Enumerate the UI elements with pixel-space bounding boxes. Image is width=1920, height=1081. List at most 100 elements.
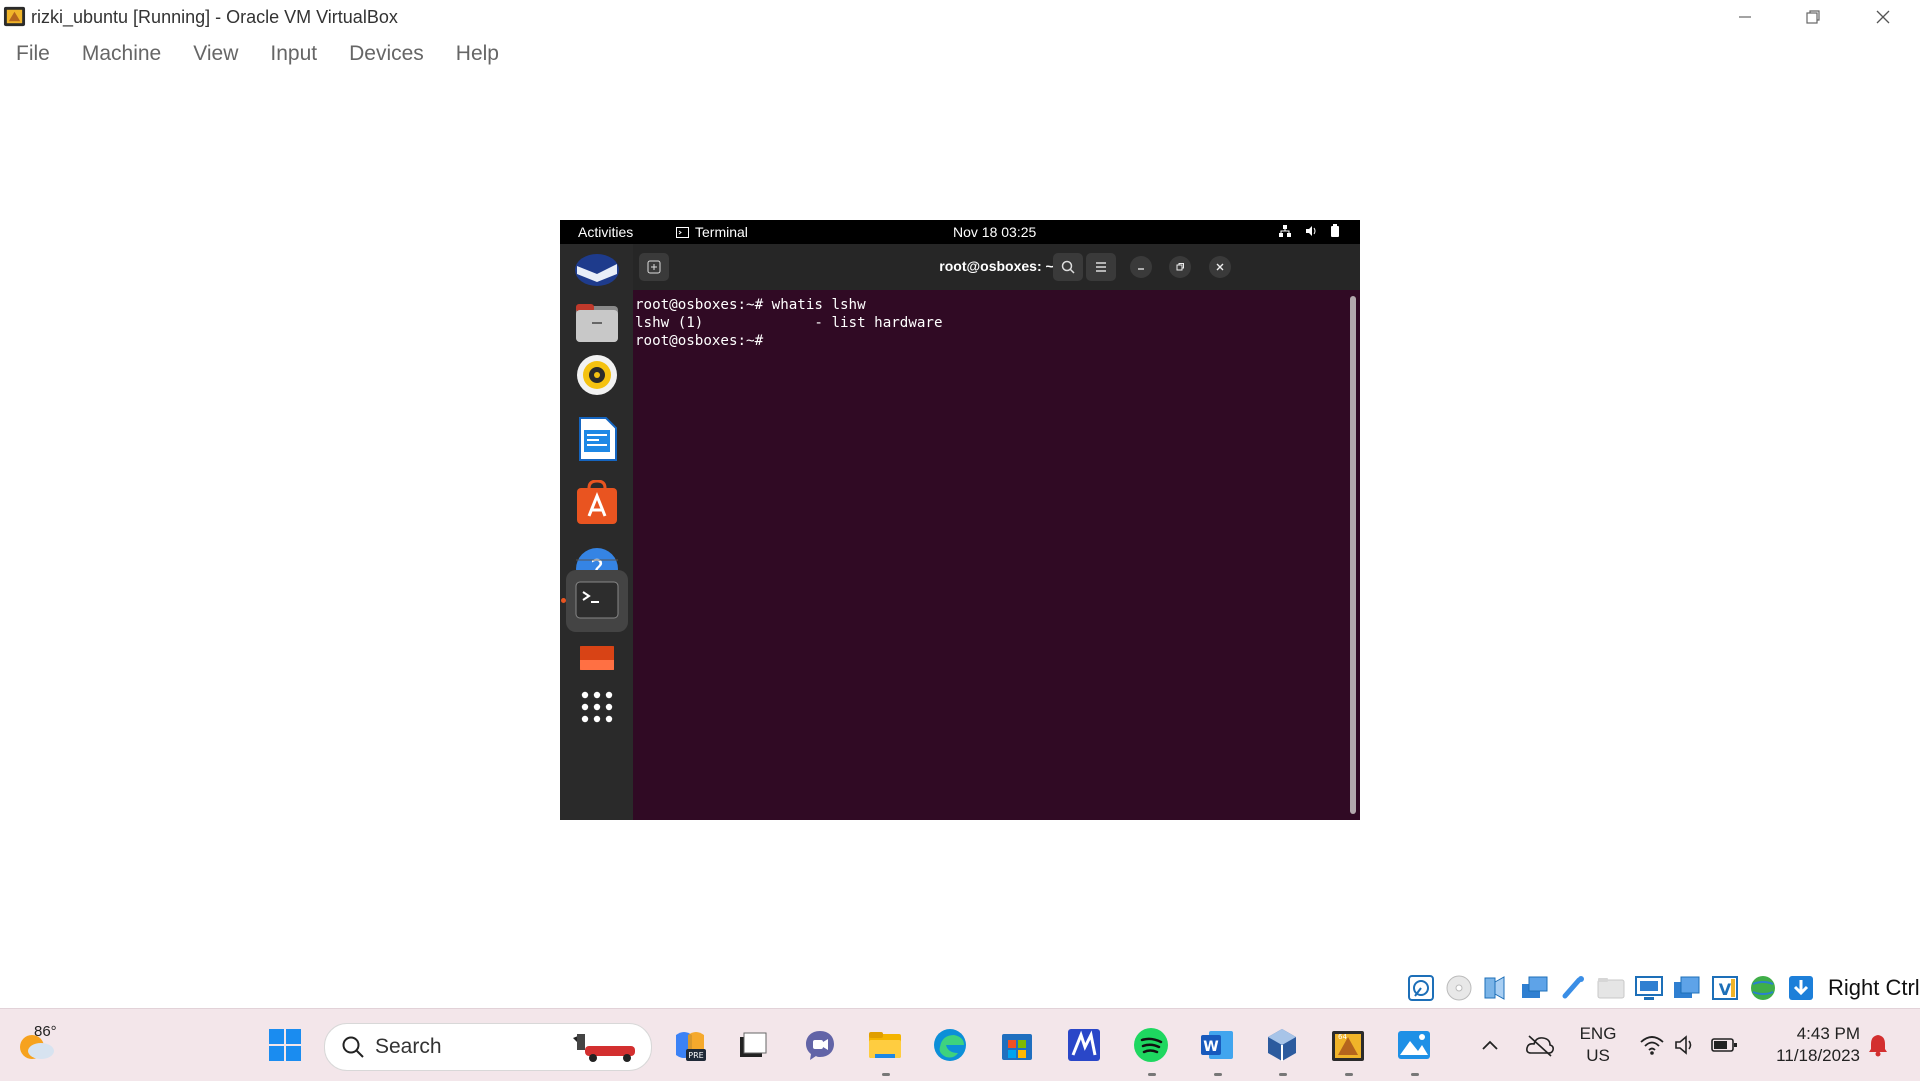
menu-view[interactable]: View	[177, 36, 254, 72]
running-indicator	[882, 1073, 890, 1076]
edge-browser-icon	[934, 1029, 966, 1061]
chat-bubble-icon	[806, 1031, 834, 1060]
clock-time: 4:43 PM	[1796, 1024, 1860, 1043]
terminal-scrollbar[interactable]	[1350, 296, 1356, 814]
svg-text:PRE: PRE	[688, 1051, 703, 1060]
video-capture-status[interactable]	[1670, 971, 1704, 1005]
guest-additions-status[interactable]	[1746, 971, 1780, 1005]
menu-devices[interactable]: Devices	[333, 36, 440, 72]
show-hidden-icons-button[interactable]	[1470, 1025, 1510, 1065]
battery-status[interactable]	[1704, 1025, 1744, 1065]
terminal-close-button[interactable]	[1209, 256, 1231, 278]
taskbar-search-box[interactable]: Search	[324, 1023, 652, 1071]
dock-terminal-active[interactable]	[566, 570, 628, 632]
menu-machine[interactable]: Machine	[66, 36, 177, 72]
running-indicator	[1148, 1073, 1156, 1076]
optical-drive-status[interactable]	[1442, 971, 1476, 1005]
dock-files[interactable]	[574, 300, 620, 346]
onedrive-status[interactable]	[1520, 1025, 1560, 1065]
rhythmbox-icon	[577, 355, 617, 395]
spotify-icon	[1134, 1028, 1168, 1062]
taskbar-ms-app[interactable]	[1064, 1025, 1104, 1065]
display-status[interactable]	[1632, 971, 1666, 1005]
activities-button[interactable]: Activities	[578, 224, 633, 240]
menu-input[interactable]: Input	[254, 36, 333, 72]
close-icon	[1216, 263, 1224, 271]
menu-file[interactable]: File	[0, 36, 66, 72]
minimize-button[interactable]	[1710, 0, 1780, 34]
virtualbox-vm-icon: 64	[1332, 1031, 1364, 1061]
dock-libreoffice-writer[interactable]	[574, 416, 620, 462]
network-adapter-icon	[1522, 976, 1548, 998]
vt-x-status[interactable]: V	[1708, 971, 1742, 1005]
terminal-icon	[575, 581, 619, 619]
taskbar-microsoft-store[interactable]	[997, 1025, 1037, 1065]
taskbar-edge[interactable]	[930, 1025, 970, 1065]
taskbar-copilot[interactable]: PRE	[670, 1025, 710, 1065]
search-icon	[1061, 260, 1075, 274]
taskbar-vm-window[interactable]: 64	[1328, 1025, 1368, 1065]
app-store-bag-icon	[577, 479, 617, 524]
stacked-windows-icon	[1674, 976, 1700, 998]
terminal-headerbar: root@osboxes: ~	[633, 244, 1360, 290]
windows-taskbar: 86° Search PRE W 64 ENG US 4:43 PM 11/18…	[0, 1008, 1920, 1081]
dock-software-center[interactable]	[574, 479, 620, 526]
gnome-clock[interactable]: Nov 18 03:25	[953, 224, 1036, 240]
terminal-line: root@osboxes:~# whatis lshw	[635, 297, 866, 313]
store-bag-icon	[1002, 1034, 1032, 1060]
terminal-search-button[interactable]	[1053, 253, 1083, 281]
vm-display[interactable]: Activities Terminal Nov 18 03:25 ?	[560, 220, 1360, 820]
running-indicator	[1214, 1073, 1222, 1076]
folder-icon	[869, 1032, 901, 1058]
battery-icon	[1331, 224, 1339, 237]
gnome-system-tray[interactable]	[1278, 224, 1340, 238]
taskbar-spotify[interactable]	[1131, 1025, 1171, 1065]
dock-rhythmbox[interactable]	[574, 352, 620, 398]
photos-icon	[1398, 1031, 1430, 1059]
region-code: US	[1586, 1046, 1610, 1065]
minimize-icon	[1739, 16, 1751, 18]
terminal-menu-button[interactable]	[1086, 253, 1116, 281]
vbox-status-bar: V Right Ctrl	[1404, 970, 1920, 1006]
battery-charging-icon	[1711, 1038, 1737, 1052]
input-language-indicator[interactable]: ENG US	[1578, 1023, 1618, 1067]
taskbar-word[interactable]: W	[1197, 1025, 1237, 1065]
dock-impress[interactable]	[574, 646, 620, 670]
restore-icon	[1806, 10, 1820, 24]
dock-thunderbird[interactable]	[574, 248, 620, 294]
taskbar-teams-chat[interactable]	[800, 1025, 840, 1065]
restore-button[interactable]	[1778, 0, 1848, 34]
running-indicator	[1279, 1073, 1287, 1076]
show-apps-button[interactable]	[574, 684, 620, 730]
language-code: ENG	[1579, 1024, 1617, 1043]
hard-disk-status[interactable]	[1404, 971, 1438, 1005]
close-button[interactable]	[1848, 0, 1918, 34]
usb-status[interactable]	[1556, 971, 1590, 1005]
virtualbox-app-icon	[3, 6, 26, 27]
taskbar-file-explorer[interactable]	[865, 1025, 905, 1065]
mouse-integration-status[interactable]	[1784, 971, 1818, 1005]
shared-folders-status[interactable]	[1594, 971, 1628, 1005]
terminal-output[interactable]: root@osboxes:~# whatis lshw lshw (1) - li…	[635, 296, 943, 350]
app-menu-terminal[interactable]: Terminal	[676, 224, 748, 240]
ubuntu-dock: ?	[560, 244, 633, 820]
network-status[interactable]	[1518, 971, 1552, 1005]
audio-icon	[1484, 976, 1505, 1000]
terminal-maximize-button[interactable]	[1169, 256, 1191, 278]
running-indicator-dot	[561, 598, 566, 603]
terminal-window[interactable]: root@osboxes: ~ root@osboxes:~# whatis l…	[633, 244, 1360, 820]
taskbar-clock[interactable]: 4:43 PM 11/18/2023	[1760, 1023, 1860, 1067]
cloud-offline-icon	[1526, 1035, 1554, 1057]
notification-center-button[interactable]	[1858, 1025, 1898, 1065]
taskbar-task-view[interactable]	[732, 1025, 772, 1065]
files-folder-icon	[576, 304, 618, 342]
taskbar-photos[interactable]	[1394, 1025, 1434, 1065]
menu-help[interactable]: Help	[440, 36, 515, 72]
svg-text:64: 64	[1338, 1033, 1347, 1041]
terminal-minimize-button[interactable]	[1130, 256, 1152, 278]
audio-status[interactable]	[1480, 971, 1514, 1005]
start-button[interactable]	[265, 1025, 305, 1065]
taskbar-virtualbox-manager[interactable]	[1262, 1025, 1302, 1065]
usb-icon	[1562, 976, 1584, 999]
volume-status[interactable]	[1666, 1025, 1706, 1065]
